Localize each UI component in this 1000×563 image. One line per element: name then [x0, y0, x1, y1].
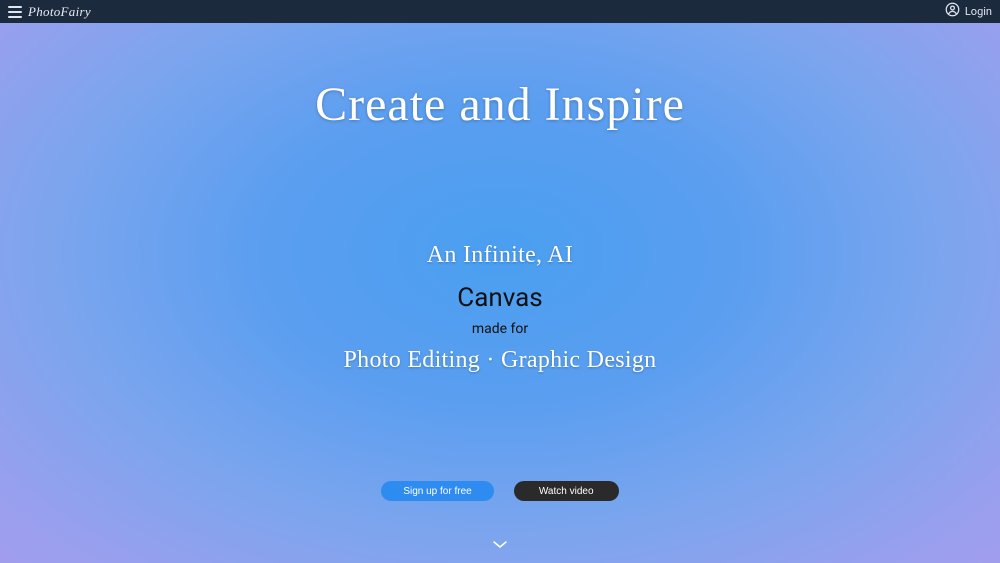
hero-title: Create and Inspire [315, 77, 685, 132]
user-icon [945, 2, 960, 21]
header-left: PhotoFairy [8, 4, 91, 20]
subheading-line-2: Canvas [344, 283, 657, 313]
login-label: Login [965, 5, 992, 18]
hero-section: Create and Inspire An Infinite, AI Canva… [0, 23, 1000, 563]
app-logo[interactable]: PhotoFairy [28, 4, 91, 20]
subheading-line-3: made for [344, 321, 657, 337]
hero-subheading: An Infinite, AI Canvas made for Photo Ed… [344, 242, 657, 374]
app-header: PhotoFairy Login [0, 0, 1000, 23]
watch-video-button[interactable]: Watch video [514, 481, 619, 501]
signup-button[interactable]: Sign up for free [381, 481, 493, 501]
login-button[interactable]: Login [945, 2, 992, 21]
scroll-down-icon[interactable] [493, 541, 507, 549]
hamburger-menu-icon[interactable] [8, 6, 22, 18]
cta-row: Sign up for free Watch video [0, 481, 1000, 501]
subheading-line-4: Photo Editing · Graphic Design [344, 347, 657, 374]
subheading-line-1: An Infinite, AI [344, 242, 657, 269]
